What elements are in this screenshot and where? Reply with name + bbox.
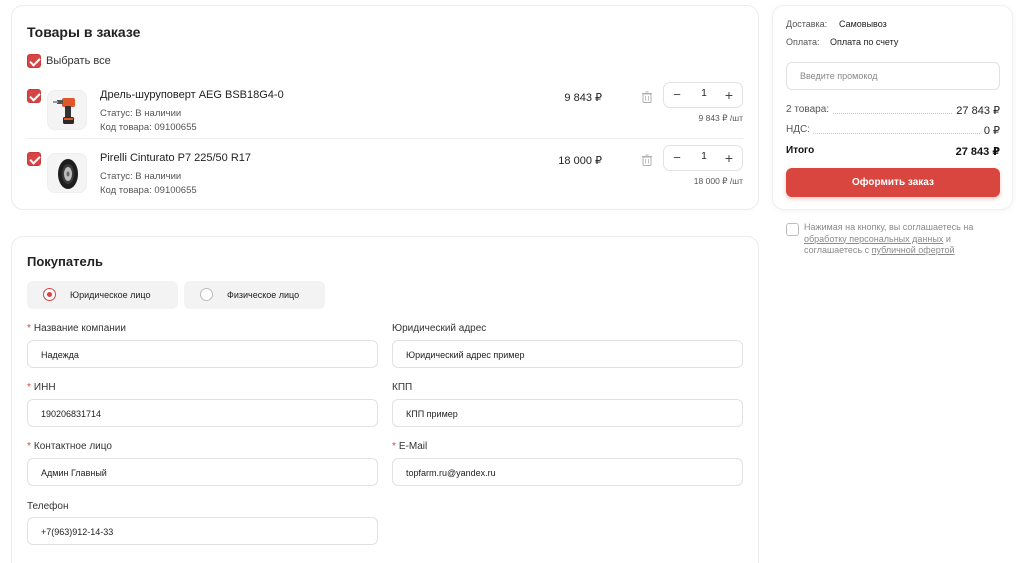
- required-mark: *: [392, 441, 396, 452]
- quantity-value[interactable]: 1: [694, 151, 714, 162]
- personal-data-link[interactable]: обработку персональных данных: [804, 234, 943, 244]
- consent-text-part: Нажимая на кнопку, вы соглашаетесь на: [804, 222, 974, 232]
- required-mark: *: [27, 382, 31, 393]
- phone-label: Телефон: [27, 501, 69, 512]
- drill-icon[interactable]: [47, 90, 87, 130]
- required-mark: *: [27, 323, 31, 334]
- total-value: 27 843 ₽: [952, 145, 1000, 158]
- product-status: Статус: В наличии: [100, 108, 182, 119]
- product-code: Код товара: 09100655: [100, 185, 197, 196]
- total-line: Итого 27 843 ₽: [786, 145, 1000, 158]
- inn-field[interactable]: 190206831714: [27, 399, 378, 427]
- company-name-label: * Название компании: [27, 323, 126, 334]
- product-checkbox[interactable]: [27, 152, 41, 166]
- payment-value: Оплата по счету: [830, 37, 899, 47]
- product-name[interactable]: Дрель-шуруповерт AEG BSB18G4-0: [100, 89, 284, 101]
- select-all-label[interactable]: Выбрать все: [46, 55, 111, 67]
- contact-person-label-text: Контактное лицо: [33, 441, 112, 452]
- order-items-title: Товары в заказе: [27, 24, 141, 40]
- decrease-quantity-button[interactable]: −: [668, 149, 686, 167]
- kpp-field[interactable]: КПП пример: [392, 399, 743, 427]
- unit-price: 18 000 ₽ /шт: [693, 176, 743, 186]
- product-divider: [27, 138, 743, 139]
- buyer-type-individual[interactable]: Физическое лицо: [184, 281, 325, 309]
- company-name-label-text: Название компании: [33, 323, 126, 334]
- items-count-label: 2 товара:: [786, 104, 833, 115]
- quantity-stepper: − 1 +: [663, 145, 743, 171]
- promo-code-input[interactable]: Введите промокод: [786, 62, 1000, 90]
- buyer-type-label[interactable]: Физическое лицо: [227, 290, 299, 300]
- vat-label: НДС:: [786, 124, 813, 135]
- public-offer-link[interactable]: публичной офертой: [872, 245, 955, 255]
- radio-unselected-icon[interactable]: [200, 288, 213, 301]
- product-row: Pirelli Cinturato P7 225/50 R17 Статус: …: [12, 145, 758, 215]
- vat-value: 0 ₽: [980, 124, 1000, 137]
- increase-quantity-button[interactable]: +: [720, 149, 738, 167]
- company-name-field[interactable]: Надежда: [27, 340, 378, 368]
- quantity-stepper: − 1 +: [663, 82, 743, 108]
- contact-person-field[interactable]: Админ Главный: [27, 458, 378, 486]
- product-name[interactable]: Pirelli Cinturato P7 225/50 R17: [100, 152, 251, 164]
- product-checkbox[interactable]: [27, 89, 41, 103]
- inn-label: * ИНН: [27, 382, 56, 393]
- decrease-quantity-button[interactable]: −: [668, 86, 686, 104]
- place-order-button[interactable]: Оформить заказ: [786, 168, 1000, 197]
- buyer-card: Покупатель Юридическое лицо Физическое л…: [11, 236, 759, 563]
- unit-price: 9 843 ₽ /шт: [698, 113, 743, 123]
- email-field[interactable]: topfarm.ru@yandex.ru: [392, 458, 743, 486]
- quantity-value[interactable]: 1: [694, 88, 714, 99]
- contact-person-label: * Контактное лицо: [27, 441, 112, 452]
- trash-icon[interactable]: [641, 91, 653, 103]
- product-price: 9 843 ₽: [564, 92, 602, 104]
- required-mark: *: [27, 441, 31, 452]
- total-label: Итого: [786, 145, 818, 156]
- phone-field[interactable]: +7(963)912-14-33: [27, 517, 378, 545]
- product-code: Код товара: 09100655: [100, 122, 197, 133]
- payment-label: Оплата:: [786, 37, 820, 47]
- items-count-line: 2 товара: 27 843 ₽: [786, 104, 1000, 117]
- email-label: * E-Mail: [392, 441, 427, 452]
- consent-text: Нажимая на кнопку, вы соглашаетесь на об…: [804, 222, 1004, 257]
- radio-selected-icon[interactable]: [43, 288, 56, 301]
- dotted-leader: [786, 133, 1000, 134]
- select-all-checkbox[interactable]: [27, 54, 41, 68]
- product-price: 18 000 ₽: [558, 155, 602, 167]
- buyer-type-label[interactable]: Юридическое лицо: [70, 290, 151, 300]
- email-label-text: E-Mail: [398, 441, 428, 452]
- increase-quantity-button[interactable]: +: [720, 86, 738, 104]
- product-status: Статус: В наличии: [100, 171, 182, 182]
- buyer-title: Покупатель: [27, 254, 103, 269]
- items-total-value: 27 843 ₽: [953, 104, 1000, 117]
- buyer-type-legal[interactable]: Юридическое лицо: [27, 281, 178, 309]
- order-summary-card: Доставка: Самовывоз Оплата: Оплата по сч…: [772, 5, 1013, 210]
- kpp-label: КПП: [392, 382, 413, 393]
- consent-checkbox[interactable]: [786, 223, 799, 236]
- tire-icon[interactable]: [47, 153, 87, 193]
- product-row: Дрель-шуруповерт AEG BSB18G4-0 Статус: В…: [12, 82, 758, 152]
- legal-address-field[interactable]: Юридический адрес пример: [392, 340, 743, 368]
- vat-line: НДС: 0 ₽: [786, 124, 1000, 137]
- delivery-label: Доставка:: [786, 19, 828, 29]
- legal-address-label: Юридический адрес: [392, 323, 487, 334]
- order-items-card: Товары в заказе Выбрать все Дрель-шурупо…: [11, 5, 759, 210]
- trash-icon[interactable]: [641, 154, 653, 166]
- inn-label-text: ИНН: [33, 382, 56, 393]
- delivery-value: Самовывоз: [839, 19, 887, 29]
